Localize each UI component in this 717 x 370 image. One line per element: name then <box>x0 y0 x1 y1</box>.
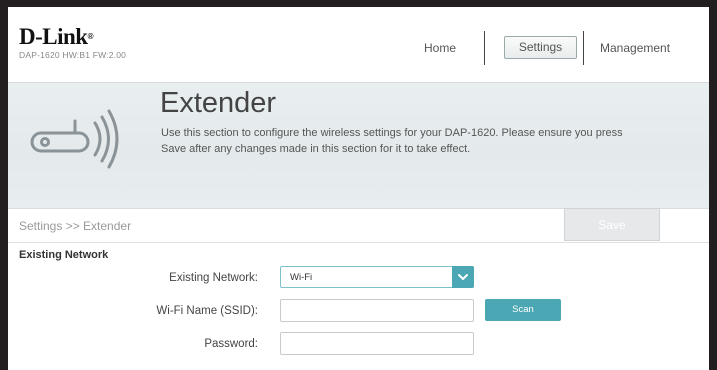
nav-home[interactable]: Home <box>424 41 456 55</box>
header: D-Link® DAP-1620 HW:B1 FW:2.00 Home Sett… <box>8 7 709 82</box>
breadcrumb-bar: Settings >> Extender Save <box>8 208 709 243</box>
router-wifi-icon <box>29 101 139 176</box>
breadcrumb: Settings >> Extender <box>19 219 132 233</box>
window-frame: D-Link® DAP-1620 HW:B1 FW:2.00 Home Sett… <box>0 0 717 370</box>
page-title: Extender <box>160 87 277 119</box>
existing-network-value: Wi-Fi <box>290 272 313 283</box>
model-info: DAP-1620 HW:B1 FW:2.00 <box>19 50 127 60</box>
ssid-label: Wi-Fi Name (SSID): <box>156 305 258 317</box>
chevron-down-icon[interactable] <box>452 266 474 288</box>
dlink-logo: D-Link® <box>19 24 94 49</box>
save-button[interactable]: Save <box>564 208 660 241</box>
page: D-Link® DAP-1620 HW:B1 FW:2.00 Home Sett… <box>8 7 709 370</box>
nav-divider <box>484 31 485 65</box>
password-label: Password: <box>204 338 258 350</box>
nav-management[interactable]: Management <box>600 41 670 55</box>
nav-divider <box>583 31 584 65</box>
page-description: Use this section to configure the wirele… <box>161 127 623 155</box>
password-input[interactable] <box>280 332 474 355</box>
ssid-input[interactable] <box>280 299 474 322</box>
scan-button[interactable]: Scan <box>485 299 561 321</box>
nav-settings[interactable]: Settings <box>504 36 577 59</box>
page-banner: Extender Use this section to configure t… <box>8 82 709 209</box>
existing-network-select[interactable]: Wi-Fi <box>280 266 474 288</box>
section-title: Existing Network <box>19 249 109 261</box>
existing-network-label: Existing Network: <box>169 272 258 284</box>
